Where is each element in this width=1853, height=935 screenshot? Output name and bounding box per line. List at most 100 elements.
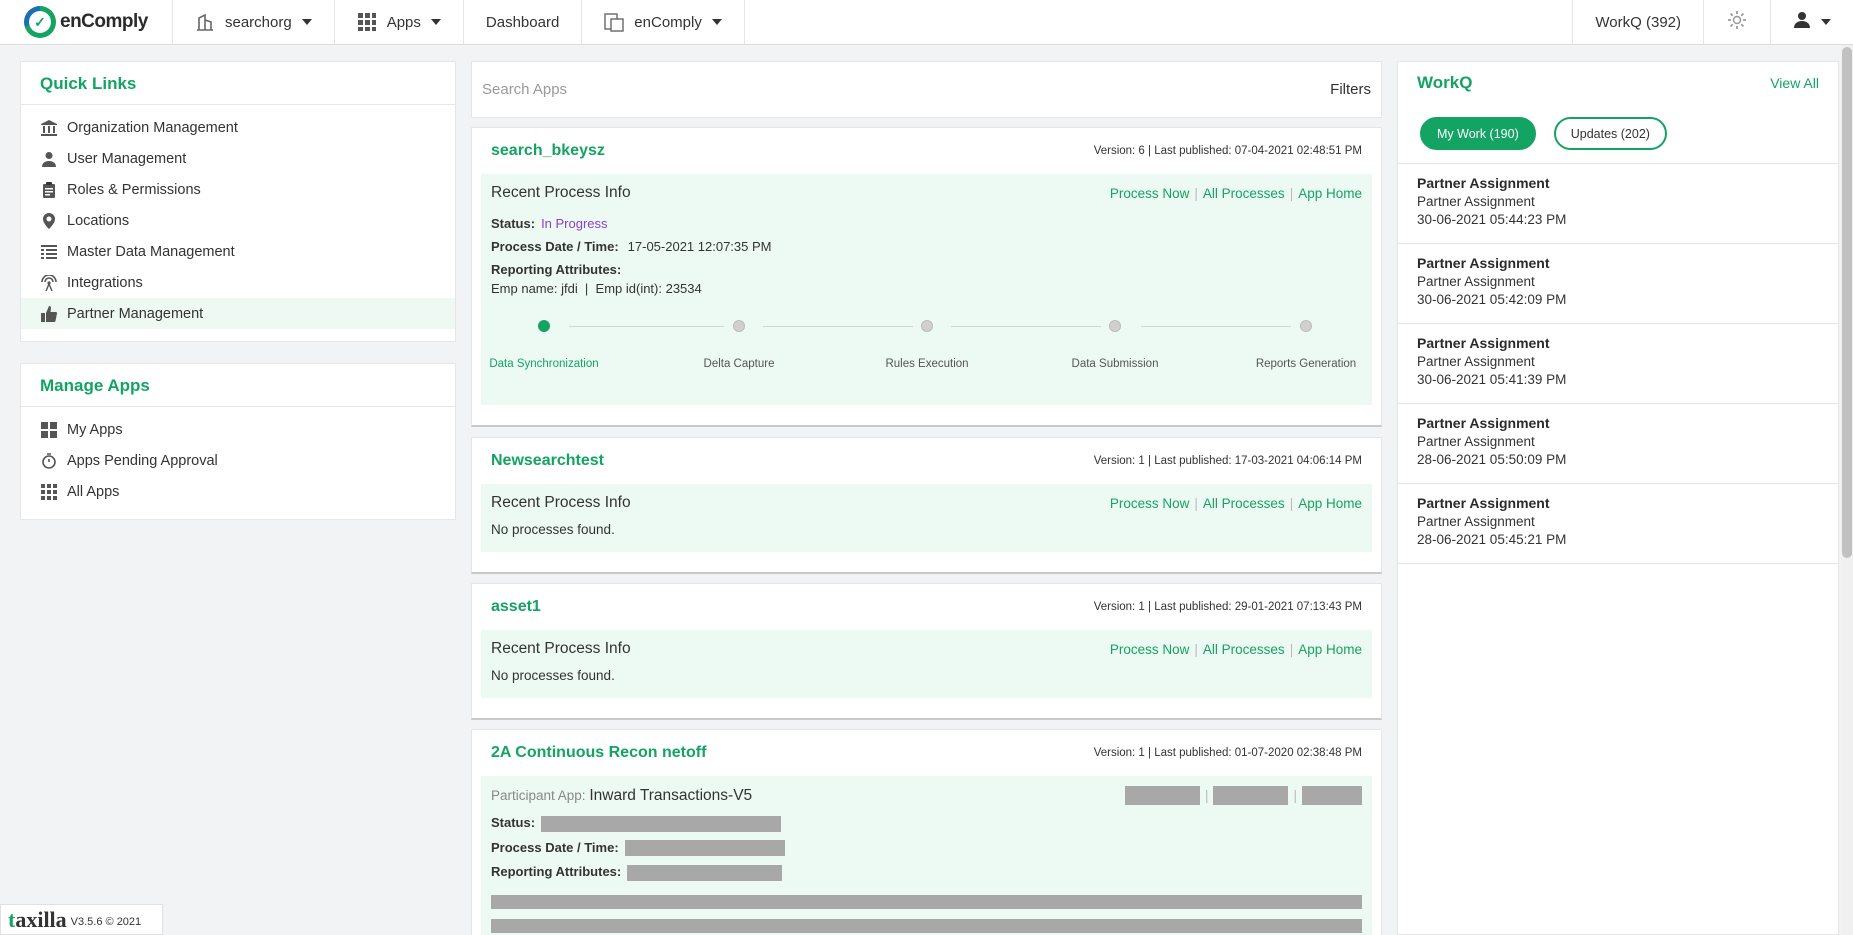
link-label: Partner Management [67,305,204,322]
process-stepper: Data Synchronization Delta Capture Rules… [489,320,1362,390]
user-menu[interactable] [1770,0,1853,44]
manage-link-apps-pending-approval[interactable]: Apps Pending Approval [21,445,455,476]
app-name-link[interactable]: 2A Continuous Recon netoff [491,744,706,762]
workq-item[interactable]: Partner Assignment Partner Assignment 30… [1398,164,1838,244]
thumbs-up-icon [40,305,58,323]
loading-placeholder [1302,786,1362,805]
bank-icon [40,119,58,137]
broadcast-icon [40,274,58,292]
app-version: Version: 1 | Last published: 17-03-2021 … [1093,455,1362,467]
quick-link-roles-permissions[interactable]: Roles & Permissions [21,174,455,205]
workq-item-title: Partner Assignment [1417,175,1550,191]
user-icon [1793,11,1811,33]
filters-button[interactable]: Filters [1330,81,1371,98]
workq-panel: WorkQ View All My Work (190) Updates (20… [1397,61,1839,935]
workq-item[interactable]: Partner Assignment Partner Assignment 28… [1398,404,1838,484]
step-dot [921,320,933,332]
app-home-link[interactable]: App Home [1298,186,1362,201]
version-text: V3.5.6 © 2021 [70,915,142,928]
workq-link[interactable]: WorkQ (392) [1572,0,1703,44]
all-processes-link[interactable]: All Processes [1203,642,1285,657]
view-all-link[interactable]: View All [1770,75,1819,91]
chevron-down-icon [1821,19,1831,25]
participant-app-label: Participant App: [491,787,586,803]
all-processes-link[interactable]: All Processes [1203,186,1285,201]
process-now-link[interactable]: Process Now [1110,496,1190,511]
link-label: Locations [67,212,130,229]
link-label: Apps Pending Approval [67,452,218,469]
participant-app-value: Inward Transactions-V5 [589,786,753,804]
product-name: enComply [634,13,702,31]
workq-title: WorkQ [1417,73,1473,92]
step-dot-active [538,320,550,332]
quick-links-title: Quick Links [21,62,455,105]
process-now-link[interactable]: Process Now [1110,186,1190,201]
quick-link-locations[interactable]: Locations [21,205,455,236]
app-logo[interactable]: ✓ enComply [0,0,173,44]
quick-link-integrations[interactable]: Integrations [21,267,455,298]
chevron-down-icon [711,19,722,25]
dashboard-link[interactable]: Dashboard [464,0,583,44]
loading-placeholder [541,815,782,832]
process-now-link[interactable]: Process Now [1110,642,1190,657]
org-switcher[interactable]: searchorg [173,0,335,44]
app-version: Version: 6 | Last published: 07-04-2021 … [1093,145,1362,157]
link-label: My Apps [67,421,123,438]
loading-placeholder [627,864,783,881]
app-name-link[interactable]: asset1 [491,598,541,616]
step-label: Reports Generation [1255,358,1357,370]
loading-placeholder [491,918,1362,933]
app-name-link[interactable]: search_bkeysz [491,142,605,160]
step-label: Data Submission [1071,358,1159,370]
app-home-link[interactable]: App Home [1298,496,1362,511]
tab-my-work[interactable]: My Work (190) [1420,117,1536,150]
manage-link-all-apps[interactable]: All Apps [21,476,455,507]
search-input[interactable]: Search Apps [482,81,567,98]
app-name-link[interactable]: Newsearchtest [491,452,604,470]
process-date-value: 17-05-2021 12:07:35 PM [627,239,772,254]
step-dot [1109,320,1121,332]
clipboard-icon [40,181,58,199]
all-processes-link[interactable]: All Processes [1203,496,1285,511]
workq-item[interactable]: Partner Assignment Partner Assignment 30… [1398,324,1838,404]
quick-link-organization-management[interactable]: Organization Management [21,112,455,143]
top-navbar: ✓ enComply searchorg Apps Dashboard enCo… [0,0,1853,45]
org-name: searchorg [225,13,292,31]
step-label-active: Data Synchronization [489,358,599,370]
link-label: Roles & Permissions [67,181,201,198]
stopwatch-icon [40,452,58,470]
quick-link-user-management[interactable]: User Management [21,143,455,174]
status-label: Status: [491,216,536,231]
workq-item[interactable]: Partner Assignment Partner Assignment 28… [1398,484,1838,564]
manage-link-my-apps[interactable]: My Apps [21,414,455,445]
workq-item-title: Partner Assignment [1417,495,1550,511]
tab-updates[interactable]: Updates (202) [1553,117,1667,150]
app-home-link[interactable]: App Home [1298,642,1362,657]
workq-item-date: 30-06-2021 05:44:23 PM [1417,212,1567,227]
logo-text: enComply [60,11,148,32]
quick-link-master-data-management[interactable]: Master Data Management [21,236,455,267]
loading-placeholder [491,894,1362,909]
process-date-label: Process Date / Time: [491,239,619,254]
chevron-down-icon [301,19,312,25]
workq-item-date: 28-06-2021 05:50:09 PM [1417,452,1567,467]
app-version: Version: 1 | Last published: 29-01-2021 … [1093,601,1362,613]
apps-menu[interactable]: Apps [335,0,464,44]
page-scrollbar-thumb[interactable] [1842,47,1852,558]
no-processes-text: No processes found. [491,668,615,683]
product-switcher[interactable]: enComply [582,0,745,44]
participant-app: Participant App: Inward Transactions-V5 [491,787,752,805]
workq-item-date: 28-06-2021 05:45:21 PM [1417,532,1567,547]
settings-button[interactable] [1703,0,1770,44]
workq-item-date: 30-06-2021 05:42:09 PM [1417,292,1567,307]
manage-apps-title: Manage Apps [21,364,455,407]
loading-placeholder [1124,786,1200,805]
app-card: 2A Continuous Recon netoff Version: 1 | … [471,729,1382,935]
recent-process-title: Recent Process Info [491,640,631,657]
recent-process-panel: Recent Process Info Process Now | All Pro… [481,174,1372,405]
quick-link-partner-management[interactable]: Partner Management [21,298,455,329]
step-dot [1300,320,1312,332]
workq-item[interactable]: Partner Assignment Partner Assignment 30… [1398,244,1838,324]
app-version: Version: 1 | Last published: 01-07-2020 … [1093,747,1362,759]
recent-process-title: Recent Process Info [491,494,631,511]
